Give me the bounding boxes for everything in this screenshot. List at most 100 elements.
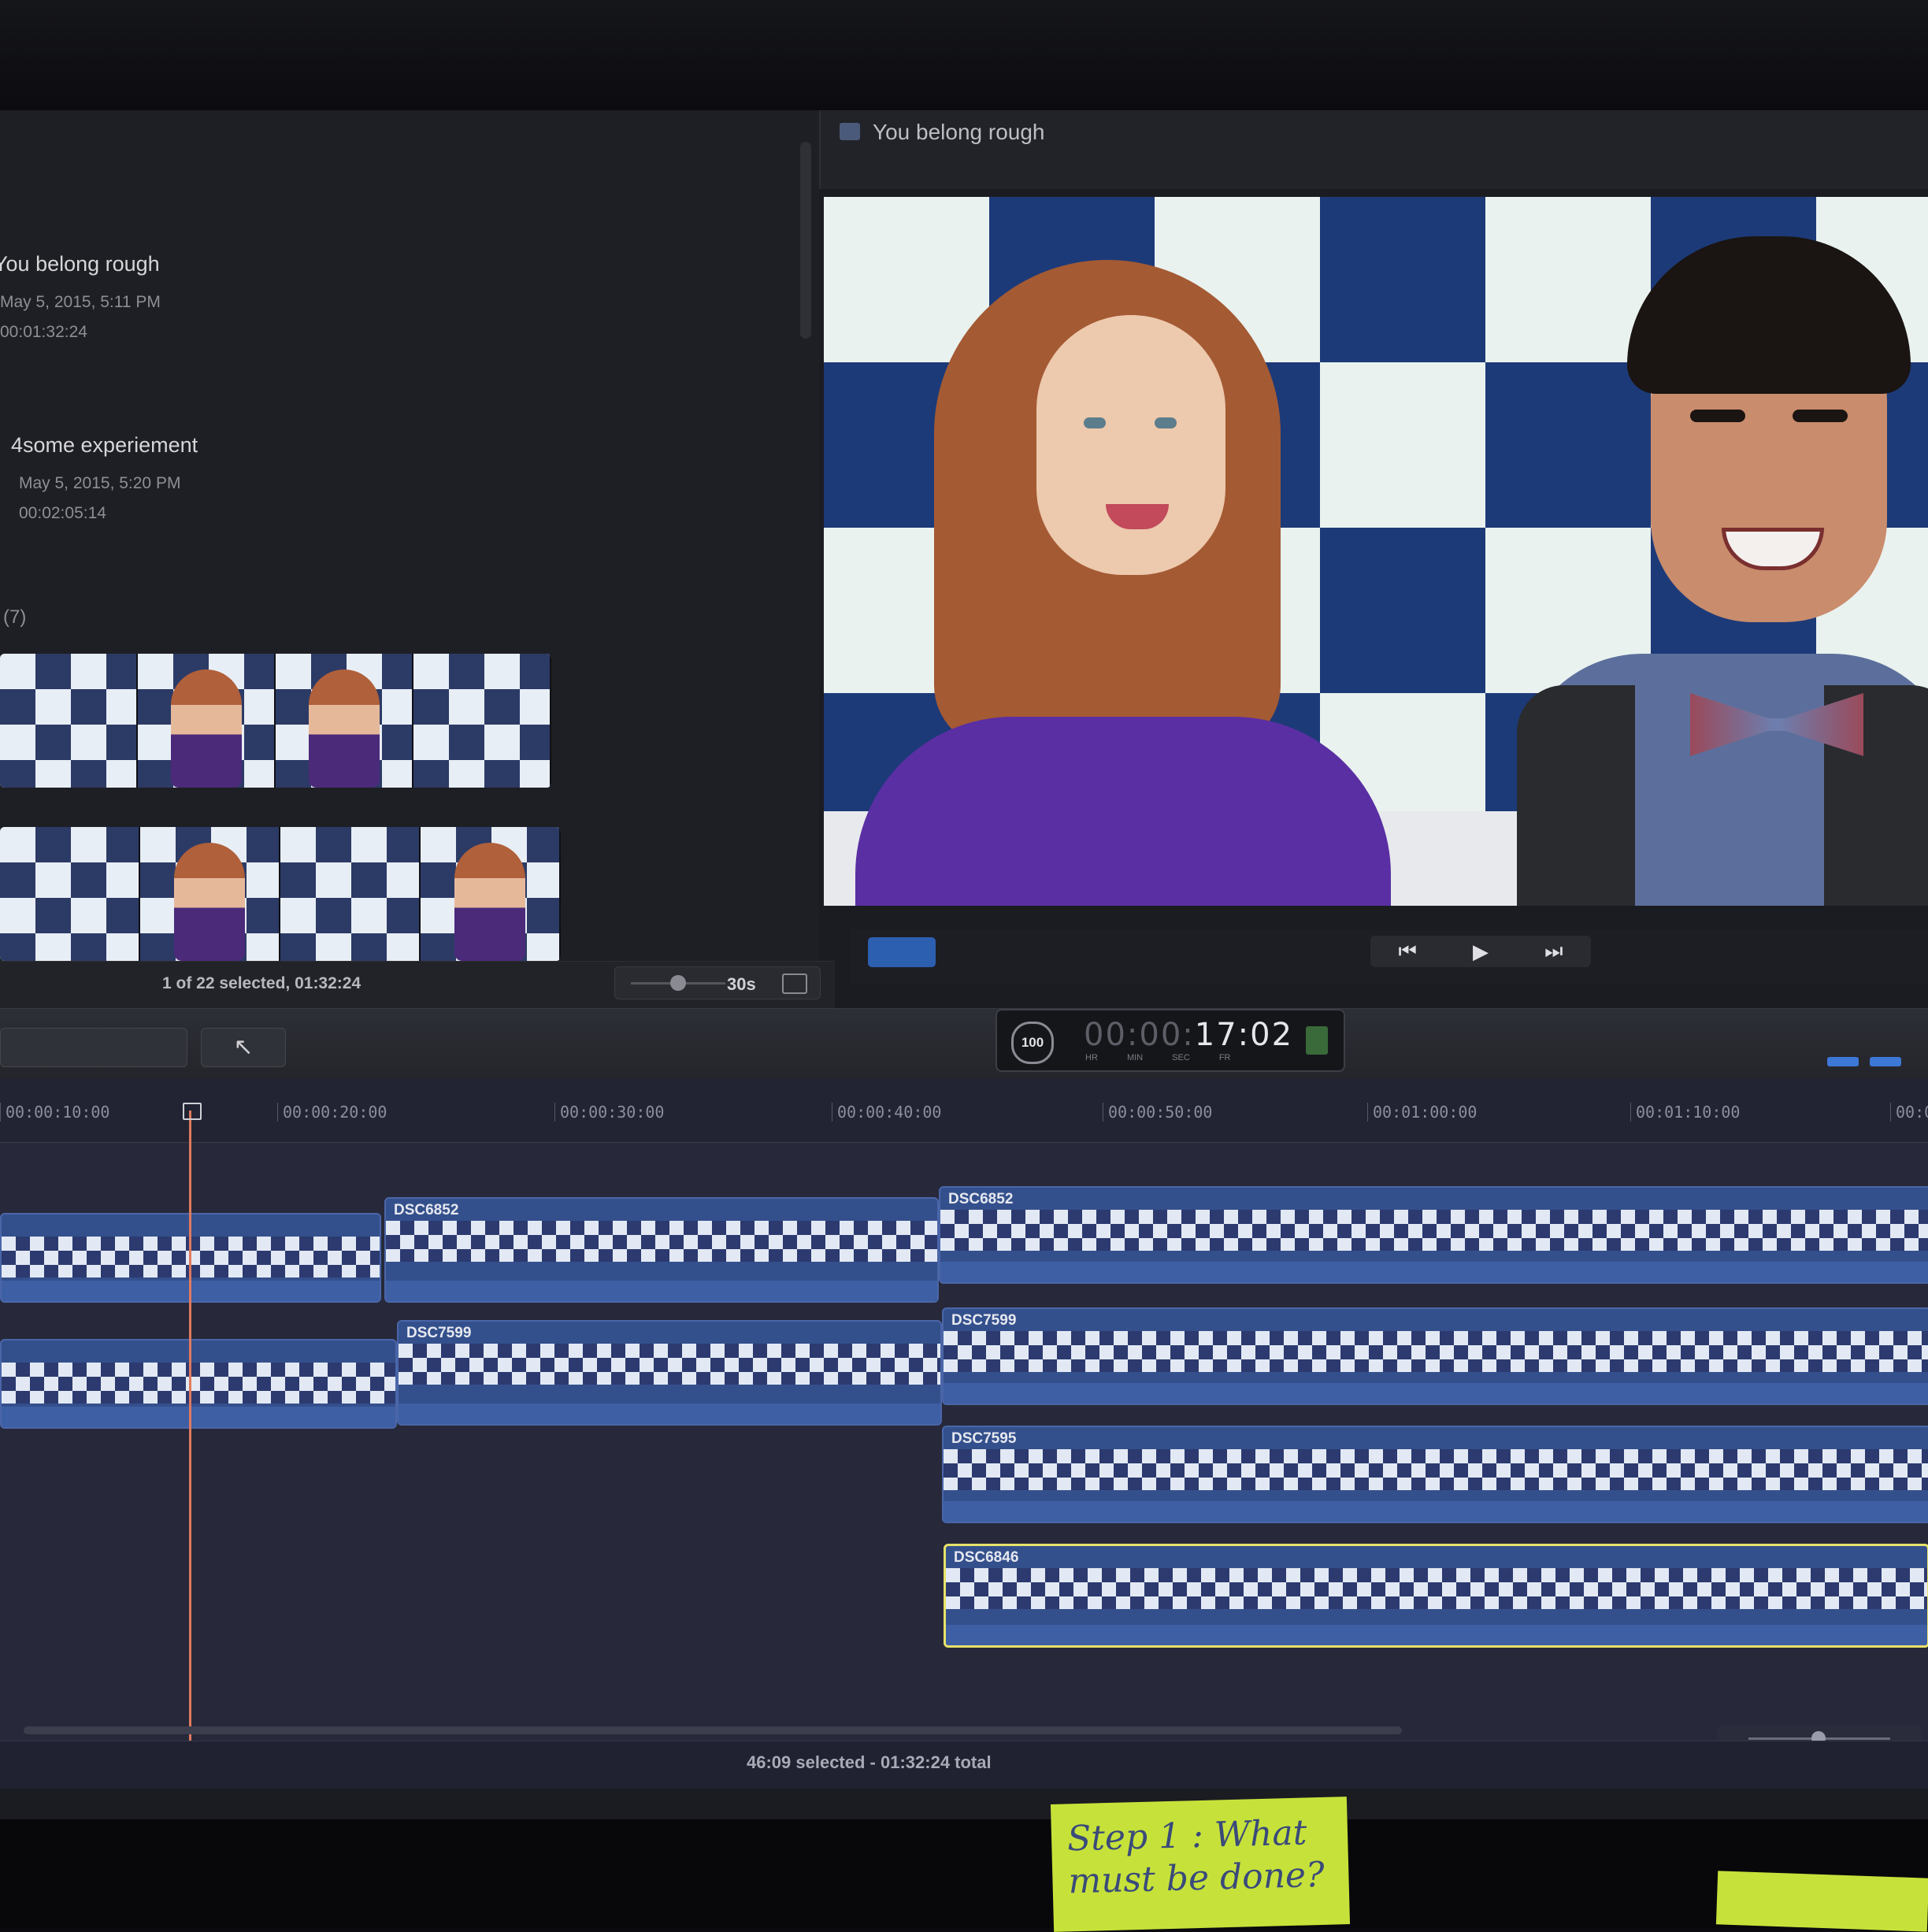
- project-clapper-icon: [840, 123, 860, 140]
- clip-audio-waveform: [2, 1407, 395, 1427]
- project-duration: 00:01:32:24: [0, 323, 87, 341]
- filmstrip-frame: [0, 654, 138, 788]
- timeline-status: 46:09 selected - 01:32:24 total: [747, 1752, 992, 1772]
- viewer-title: You belong rough: [873, 120, 1045, 144]
- filmstrip-frame: [280, 827, 421, 961]
- clip-name: DSC7599: [406, 1325, 472, 1341]
- timeline-clip[interactable]: DSC6852: [384, 1197, 939, 1303]
- view-options-button[interactable]: [868, 937, 936, 967]
- clip-thumbnails: [946, 1568, 1927, 1609]
- project-duration: 00:02:05:14: [19, 504, 106, 522]
- sticky-note-secondary: [1715, 1871, 1928, 1932]
- viewer-controls: ⏮ ▶ ⏭: [851, 929, 1928, 985]
- ruler-tick: 00:0: [1890, 1103, 1928, 1122]
- project-title: You belong rough: [0, 252, 160, 276]
- audio-meter-icon[interactable]: [1306, 1026, 1328, 1055]
- filmstrip-frame: [0, 827, 140, 961]
- clip-thumbnails: [944, 1449, 1928, 1490]
- timeline-clip-selected[interactable]: DSC6846: [944, 1544, 1928, 1648]
- transport-controls: ⏮ ▶ ⏭: [1370, 936, 1591, 967]
- timeline-clip[interactable]: DSC7595: [942, 1426, 1928, 1523]
- timeline-clip[interactable]: [0, 1339, 397, 1429]
- browser-scrollbar[interactable]: [800, 142, 811, 339]
- clip-audio-waveform: [940, 1262, 1928, 1282]
- clip-filmstrip[interactable]: [0, 827, 561, 961]
- clip-name: DSC7599: [951, 1312, 1017, 1329]
- timeline-clip[interactable]: DSC6852: [939, 1186, 1928, 1284]
- viewer-video-frame: [824, 197, 1928, 906]
- clip-thumbnails: [940, 1210, 1928, 1251]
- project-item[interactable]: 4some experiement May 5, 2015, 5:20 PM 0…: [11, 433, 198, 528]
- playhead[interactable]: [189, 1111, 191, 1748]
- clip-audio-waveform: [946, 1625, 1927, 1645]
- project-item[interactable]: You belong rough May 5, 2015, 5:11 PM 00…: [0, 252, 161, 347]
- filmstrip-frame: [138, 654, 276, 788]
- project-date: May 5, 2015, 5:20 PM: [19, 474, 181, 492]
- timecode-value: 17:02: [1194, 1017, 1294, 1053]
- dashboard-timecode[interactable]: 100 00:00:17:02 HR MIN SEC FR: [996, 1009, 1345, 1072]
- clip-name: DSC6852: [948, 1191, 1014, 1207]
- filmstrip-frame: [276, 654, 413, 788]
- clip-filmstrip[interactable]: [0, 654, 551, 788]
- ruler-tick: 00:00:10:00: [0, 1103, 109, 1122]
- timecode-dim: 00:00:: [1084, 1017, 1195, 1053]
- browser-footer: 1 of 22 selected, 01:32:24 30s: [0, 961, 835, 1009]
- ruler-tick: 00:00:50:00: [1103, 1103, 1212, 1122]
- sticky-note: Step 1 : What must be done?: [1050, 1797, 1351, 1932]
- timecode-display: 00:00:17:02: [1084, 1017, 1293, 1053]
- event-count: (7): [3, 606, 27, 628]
- desk-area: [0, 1819, 1928, 1928]
- filmstrip-frame: [413, 654, 551, 788]
- project-meta: May 5, 2015, 5:11 PM 00:01:32:24: [0, 287, 161, 347]
- ruler-tick: 00:00:30:00: [554, 1103, 664, 1122]
- ruler-tick: 00:01:10:00: [1630, 1103, 1740, 1122]
- project-title: 4some experiement: [11, 433, 198, 457]
- clip-audio-waveform: [944, 1501, 1928, 1522]
- mouse-cursor-icon: [183, 1103, 202, 1120]
- timeline-clip[interactable]: DSC7599: [942, 1307, 1928, 1405]
- clip-audio-waveform: [386, 1281, 937, 1301]
- man-figure: [1454, 213, 1928, 906]
- skimming-icon[interactable]: [1827, 1057, 1859, 1066]
- woman-figure: [855, 228, 1391, 906]
- timeline-horizontal-scrollbar[interactable]: [24, 1726, 1402, 1734]
- timecode-units: HR MIN SEC FR: [1085, 1053, 1231, 1062]
- clip-thumbnails: [399, 1344, 940, 1385]
- play-icon[interactable]: ▶: [1473, 940, 1489, 964]
- clip-name: DSC6846: [954, 1549, 1019, 1566]
- timeline-panel[interactable]: 00:00:10:00 00:00:20:00 00:00:30:00 00:0…: [0, 1079, 1928, 1788]
- clip-name: DSC6852: [394, 1202, 459, 1218]
- project-date: May 5, 2015, 5:11 PM: [0, 293, 161, 311]
- clip-name: DSC7595: [951, 1430, 1017, 1447]
- next-edit-icon[interactable]: ⏭: [1544, 939, 1563, 964]
- clip-audio-waveform: [944, 1383, 1928, 1404]
- clip-thumbnails: [386, 1221, 937, 1262]
- ruler-tick: 00:00:40:00: [832, 1103, 941, 1122]
- edit-buttons-group[interactable]: [0, 1028, 187, 1067]
- clip-thumbnails: [944, 1331, 1928, 1372]
- monitor-bezel: [0, 0, 1928, 110]
- background-tasks-indicator[interactable]: 100: [1011, 1022, 1054, 1064]
- timeline-status-bar: 46:09 selected - 01:32:24 total: [0, 1741, 1928, 1789]
- previous-edit-icon[interactable]: ⏮: [1399, 939, 1417, 964]
- zoom-label: 30s: [727, 974, 756, 994]
- filmstrip-frame: [140, 827, 280, 961]
- project-meta: May 5, 2015, 5:20 PM 00:02:05:14: [19, 469, 198, 528]
- filmstrip-frame: [421, 827, 561, 961]
- viewer-header: You belong rough: [819, 110, 1928, 189]
- timeline-clip[interactable]: DSC7599: [397, 1320, 942, 1426]
- browser-status: 1 of 22 selected, 01:32:24: [162, 974, 362, 992]
- clip-thumbnails: [2, 1363, 395, 1404]
- timeline-ruler[interactable]: 00:00:10:00 00:00:20:00 00:00:30:00 00:0…: [0, 1079, 1928, 1143]
- ruler-tick: 00:00:20:00: [277, 1103, 387, 1122]
- ruler-tick: 00:01:00:00: [1367, 1103, 1477, 1122]
- fcp-window: You belong rough May 5, 2015, 5:11 PM 00…: [0, 110, 1928, 1819]
- clip-appearance-icon[interactable]: [782, 973, 807, 994]
- snapping-icon[interactable]: [1870, 1057, 1901, 1066]
- clip-zoom-control[interactable]: 30s: [614, 966, 821, 999]
- select-tool-button[interactable]: ↖: [201, 1028, 286, 1067]
- skimming-snapping-controls[interactable]: [1827, 1056, 1914, 1072]
- timeline-toolbar: ↖ 100 00:00:17:02 HR MIN SEC FR: [0, 1008, 1928, 1080]
- clip-audio-waveform: [399, 1404, 940, 1424]
- zoom-slider-knob[interactable]: [670, 975, 686, 991]
